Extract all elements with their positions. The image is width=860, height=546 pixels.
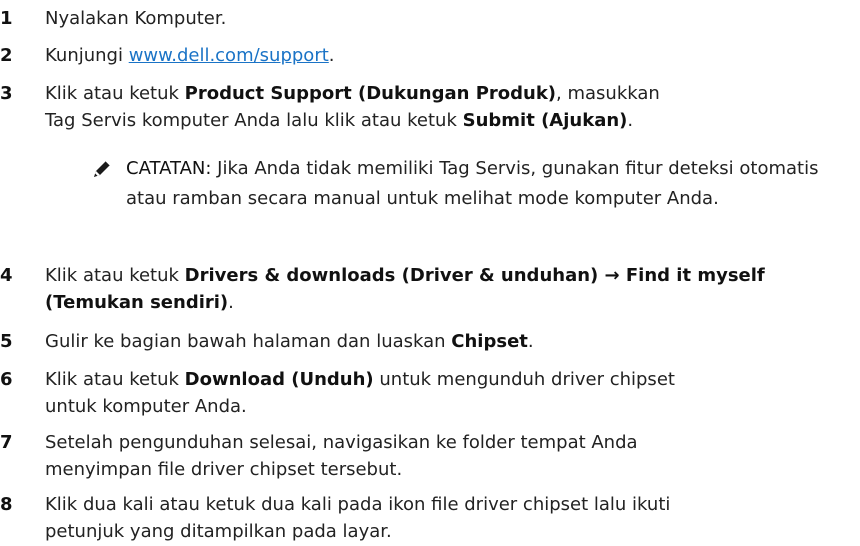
step-text-part: .: [328, 45, 335, 66]
step-number: 6: [0, 369, 13, 390]
step-text: Klik atau ketuk Download (Unduh) untuk m…: [45, 366, 695, 420]
note-body: Jika Anda tidak memiliki Tag Servis, gun…: [126, 158, 819, 209]
step-text: Kunjungi www.dell.com/support.: [45, 42, 855, 69]
step-number: 8: [0, 494, 13, 515]
step-text-part: .: [627, 110, 634, 131]
step-text: Setelah pengunduhan selesai, navigasikan…: [45, 432, 638, 480]
step-bold-text: Submit (Ajukan): [462, 110, 628, 131]
step-text-part: Klik atau ketuk: [45, 369, 185, 390]
step-bold-text: Chipset: [451, 331, 528, 352]
step-number: 3: [0, 83, 13, 104]
step-number: 4: [0, 265, 13, 286]
step-bold-text: Download (Unduh): [184, 369, 374, 390]
step-text-part: Gulir ke bagian bawah halaman dan luaska…: [45, 331, 452, 352]
instruction-document: 1 Nyalakan Komputer. 2 Kunjungi www.dell…: [0, 0, 860, 546]
step-text: Klik dua kali atau ketuk dua kali pada i…: [45, 494, 671, 542]
step-number: 2: [0, 45, 13, 66]
step-text: Nyalakan Komputer.: [45, 8, 227, 29]
step-text: Klik atau ketuk Product Support (Dukunga…: [45, 80, 685, 134]
step-text-part: Klik atau ketuk: [45, 83, 185, 104]
dell-support-link[interactable]: www.dell.com/support: [129, 45, 329, 66]
step-text-part: .: [527, 331, 534, 352]
step-text: Klik atau ketuk Drivers & downloads (Dri…: [45, 262, 850, 316]
step-text-part: Klik atau ketuk: [45, 265, 185, 286]
step-number: 1: [0, 8, 13, 29]
step-bold-text: Product Support (Dukungan Produk): [184, 83, 557, 104]
step-text: Gulir ke bagian bawah halaman dan luaska…: [45, 328, 855, 355]
pencil-note-icon: [91, 158, 113, 180]
step-number: 5: [0, 331, 13, 352]
note-label: CATATAN:: [126, 158, 212, 179]
step-text-part: Kunjungi: [45, 45, 129, 66]
note-text: CATATAN: Jika Anda tidak memiliki Tag Se…: [126, 154, 860, 214]
step-number: 7: [0, 432, 13, 453]
step-text-part: .: [228, 292, 234, 313]
